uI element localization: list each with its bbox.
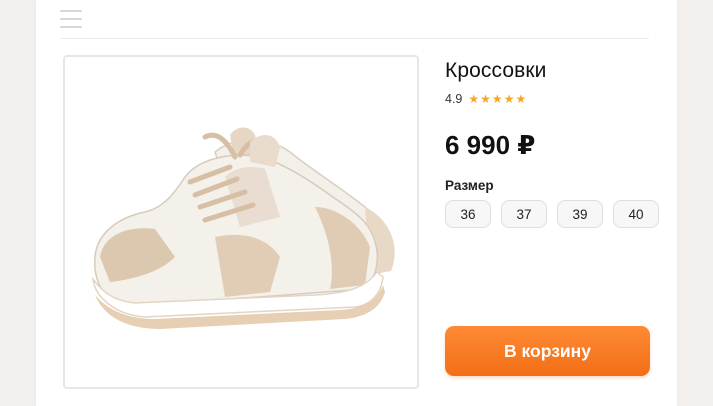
product-title: Кроссовки bbox=[445, 59, 547, 82]
star-icon: ★ bbox=[515, 92, 527, 106]
header-divider bbox=[60, 38, 649, 39]
product-card: Кроссовки 4.9 ★ ★ ★ ★ ★ 6 990 ₽ Размер 3… bbox=[36, 0, 677, 406]
star-icon: ★ bbox=[480, 92, 491, 106]
star-icon: ★ bbox=[491, 92, 503, 106]
star-icon: ★ bbox=[503, 92, 515, 106]
add-to-cart-button[interactable]: В корзину bbox=[445, 326, 650, 376]
size-option-37[interactable]: 37 bbox=[501, 200, 547, 228]
size-option-39[interactable]: 39 bbox=[557, 200, 603, 228]
size-option-36[interactable]: 36 bbox=[445, 200, 491, 228]
hamburger-menu-icon[interactable] bbox=[60, 10, 82, 28]
size-selector: 36 37 39 40 bbox=[445, 200, 659, 228]
product-price: 6 990 ₽ bbox=[445, 130, 536, 160]
star-icon: ★ bbox=[468, 92, 480, 106]
size-label: Размер bbox=[445, 178, 494, 193]
size-option-40[interactable]: 40 bbox=[613, 200, 659, 228]
sneakers-image bbox=[91, 127, 395, 329]
product-image bbox=[63, 55, 419, 389]
product-rating: 4.9 ★ ★ ★ ★ ★ bbox=[445, 92, 527, 106]
rating-value: 4.9 bbox=[445, 92, 463, 106]
